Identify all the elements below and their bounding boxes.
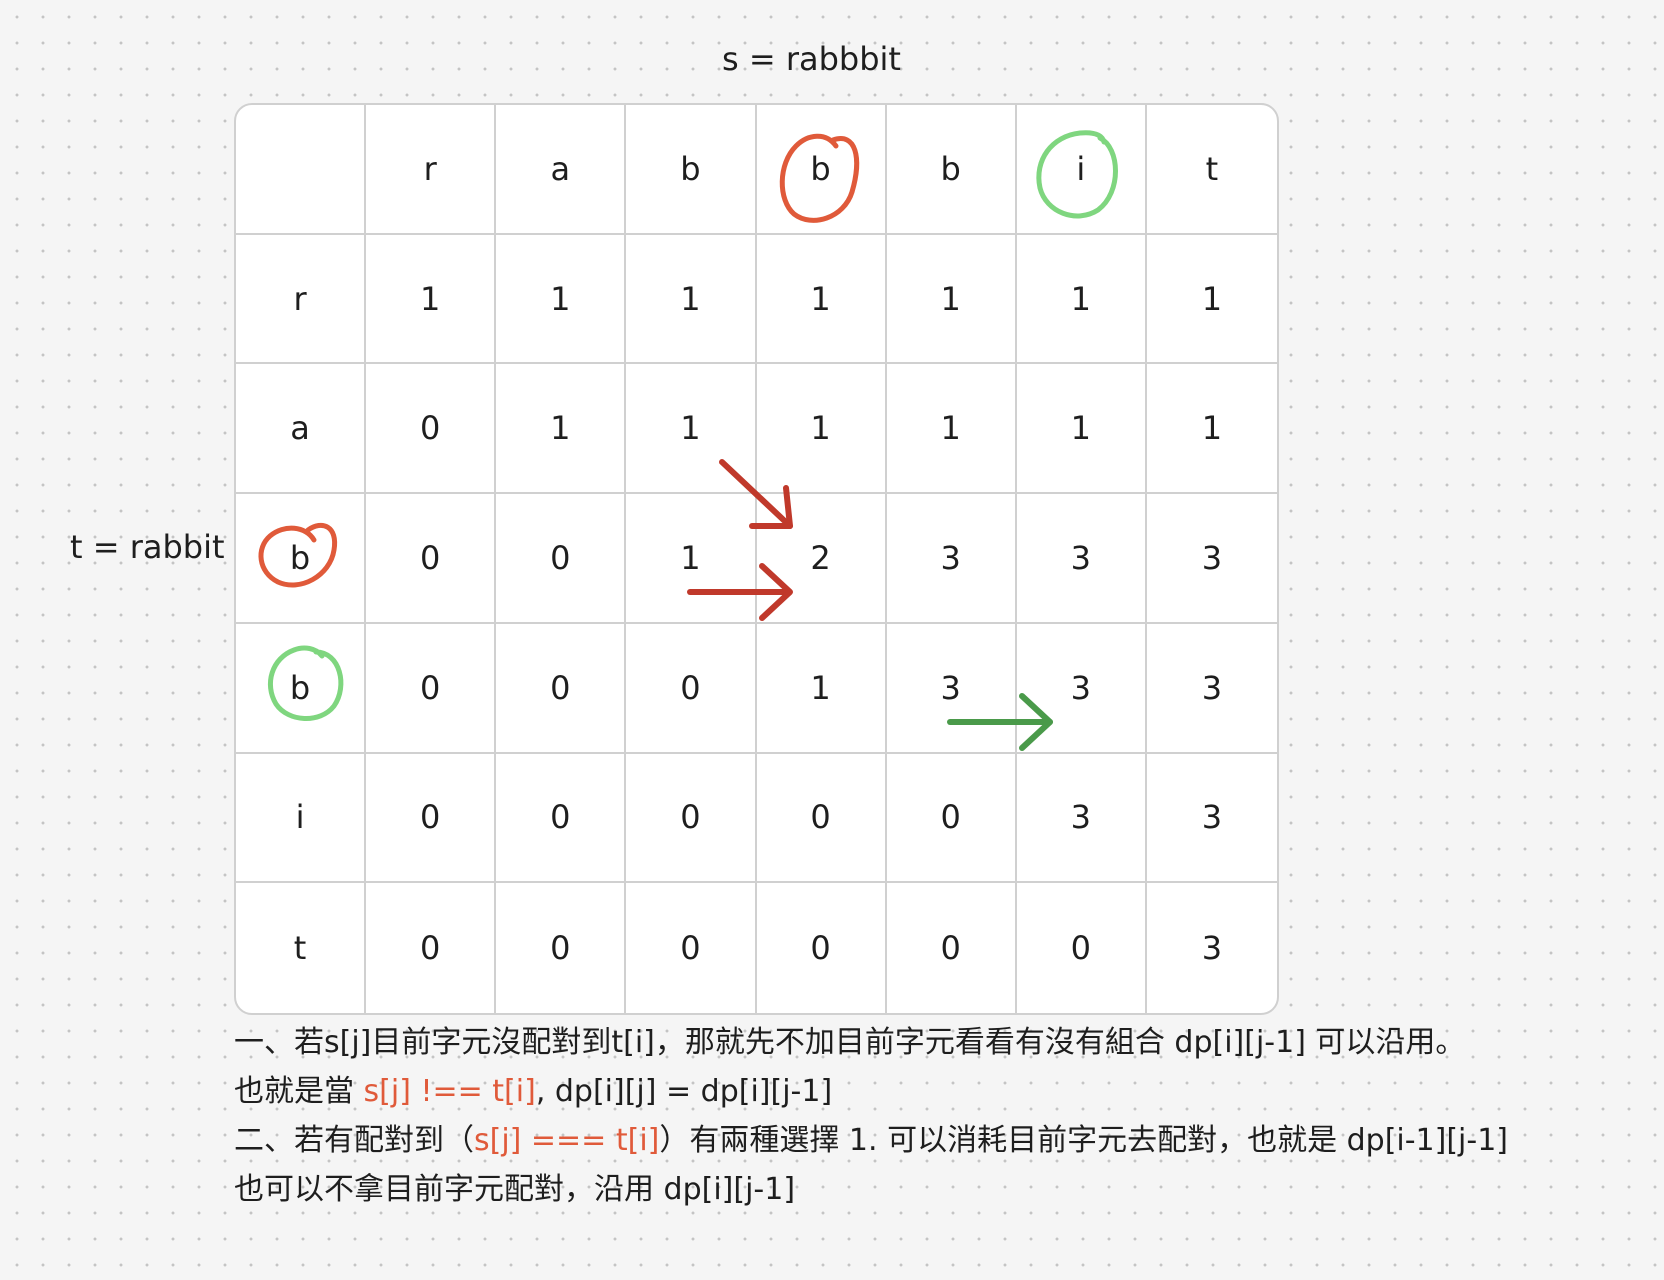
note-line-2-highlight: s[j] !== t[i]: [363, 1074, 536, 1109]
note-line-2: 也就是當 s[j] !== t[i], dp[i][j] = dp[i][j-1…: [234, 1067, 1634, 1116]
table-value-cell: 0: [626, 753, 757, 884]
table-row-label-cell: i: [236, 753, 367, 884]
table-value-cell: 0: [1017, 883, 1147, 1013]
table-row-label-cell: t: [236, 883, 367, 1013]
table-row-label-cell: r: [236, 234, 367, 365]
table-value-cell: 0: [366, 494, 497, 624]
table-value-cell: 0: [496, 753, 627, 884]
note-line-2-prefix: 也就是當: [234, 1074, 364, 1109]
table-value-cell: 0: [626, 883, 757, 1013]
table-value-cell: 2: [756, 494, 887, 624]
table-value-cell: 0: [366, 753, 497, 884]
note-line-3: 二、若有配對到（s[j] === t[i]）有兩種選擇 1. 可以消耗目前字元去…: [234, 1116, 1634, 1165]
table-value-cell: 3: [1201, 929, 1223, 968]
table-value-cell: 3: [886, 494, 1017, 624]
table-value-cell: 3: [1146, 624, 1277, 754]
table-value-cell: 0: [886, 753, 1017, 884]
table-header-cell: b: [756, 105, 887, 235]
table-value-cell: 3: [1146, 754, 1277, 884]
table-value-cell: 0: [626, 623, 757, 754]
note-line-3-prefix: 二、若有配對到（: [234, 1123, 474, 1158]
table-row-label-cell: a: [236, 364, 367, 495]
table-value-cell: 3: [1146, 494, 1277, 624]
table-value-cell: 1: [496, 234, 627, 365]
table-value-cell: 3: [1016, 623, 1147, 754]
note-line-2-suffix: , dp[i][j] = dp[i][j-1]: [535, 1074, 833, 1109]
s-string-label: s = rabbbit: [722, 40, 901, 78]
table-value-cell: 1: [626, 494, 757, 624]
table-value-cell: 0: [366, 883, 497, 1013]
table-value-cell: 1: [756, 234, 887, 365]
table-value-cell: 3: [886, 623, 1017, 754]
table-value-cell: 0: [496, 623, 627, 754]
table-row-label-cell: b: [236, 494, 367, 624]
table-value-cell: 0: [366, 623, 497, 754]
table-header-cell: b: [626, 105, 757, 235]
table-header-cell: r: [366, 105, 497, 235]
table-header-cell: t: [1146, 105, 1277, 235]
note-line-1: 一、若s[j]目前字元沒配對到t[i]，那就先不加目前字元看看有沒有組合 dp[…: [234, 1025, 1466, 1060]
note-line-4: 也可以不拿目前字元配對，沿用 dp[i][j-1]: [234, 1172, 796, 1207]
table-value-cell: 0: [887, 883, 1017, 1013]
table-value-cell: 0: [496, 494, 627, 624]
table-header-cell: b: [886, 105, 1017, 235]
table-value-cell: 1: [1016, 234, 1147, 365]
table-value-cell: 1: [1146, 235, 1277, 365]
table-value-cell: 1: [886, 234, 1017, 365]
table-value-cell: 0: [757, 883, 887, 1013]
note-line-3-suffix: ）有兩種選擇 1. 可以消耗目前字元去配對，也就是 dp[i-1][j-1]: [659, 1123, 1509, 1158]
dp-table: rabbbitr1111111a0111111b0012333b0001333i…: [234, 103, 1279, 1015]
explanation-notes: 一、若s[j]目前字元沒配對到t[i]，那就先不加目前字元看看有沒有組合 dp[…: [234, 1018, 1634, 1214]
table-value-cell: 0: [756, 753, 887, 884]
table-value-cell: 3: [1016, 494, 1147, 624]
t-string-label: t = rabbit: [70, 528, 225, 566]
table-value-cell: 3: [1016, 753, 1147, 884]
table-value-cell: 1: [626, 364, 757, 495]
table-value-cell: 1: [756, 623, 887, 754]
table-value-cell: 1: [886, 364, 1017, 495]
table-value-cell: 1: [366, 234, 497, 365]
table-row-label-cell: b: [236, 623, 367, 754]
table-value-cell: 1: [496, 364, 627, 495]
table-header-cell: i: [1016, 105, 1147, 235]
table-value-cell: 0: [496, 883, 627, 1013]
table-value-cell: 0: [366, 364, 497, 495]
table-value-cell: 1: [1016, 364, 1147, 495]
table-value-cell: 1: [756, 364, 887, 495]
table-corner-cell: [236, 105, 367, 235]
table-value-cell: 1: [626, 234, 757, 365]
note-line-3-highlight: s[j] === t[i]: [474, 1123, 660, 1158]
table-value-cell: 1: [1146, 364, 1277, 495]
table-header-cell: a: [496, 105, 627, 235]
